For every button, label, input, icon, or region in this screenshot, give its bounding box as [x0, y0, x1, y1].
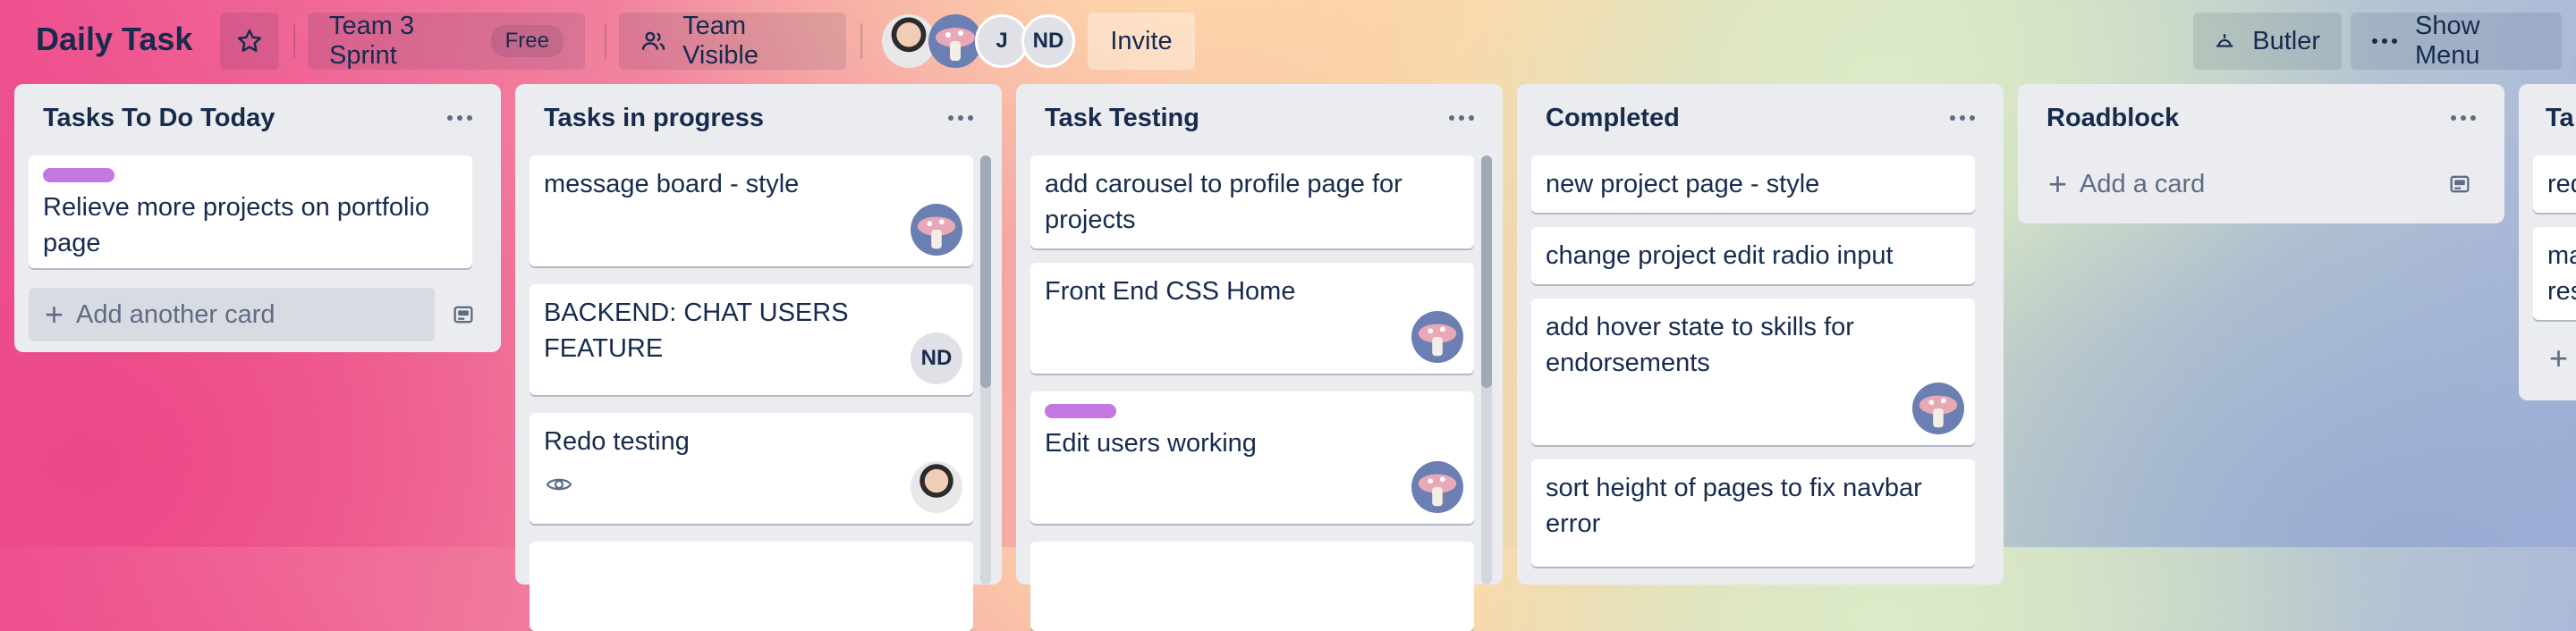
header-divider [605, 23, 606, 59]
plus-icon: + [45, 296, 64, 332]
card-label-purple[interactable] [1045, 404, 1116, 418]
card[interactable]: add hover state to skills for endorsemen… [1531, 299, 1975, 445]
card[interactable]: Relieve more projects on portfolio page [29, 156, 472, 268]
show-menu-label: Show Menu [2415, 12, 2480, 70]
card-template-icon[interactable] [445, 297, 481, 332]
card[interactable]: change project edit radio input [1531, 227, 1975, 284]
card[interactable] [1030, 542, 1474, 631]
star-button[interactable] [220, 13, 279, 70]
card[interactable]: red [2533, 156, 2576, 213]
visibility-label: Team Visible [682, 12, 758, 70]
card[interactable]: add carousel to profile page for project… [1030, 156, 1474, 248]
card-title: change project edit radio input [1546, 241, 1894, 270]
card-title: Front End CSS Home [1045, 277, 1296, 306]
card[interactable]: new project page - style [1531, 156, 1975, 213]
mushroom-avatar-icon [1919, 395, 1958, 428]
card-member-avatar[interactable] [1411, 461, 1463, 513]
list-tasks-in-progress: Tasks in progress message board - style … [515, 84, 1002, 631]
add-card-label: Add another card [76, 299, 275, 329]
card[interactable]: Front End CSS Home [1030, 263, 1474, 374]
workspace-name: Team 3 Sprint [329, 12, 415, 70]
card[interactable] [530, 542, 973, 631]
list-roadblock: Roadblock + Add a card [2018, 84, 2504, 223]
card-member-avatar[interactable] [1912, 383, 1964, 434]
list-partial: Ta red ma res + [2519, 84, 2576, 400]
member-avatar-mushroom[interactable] [928, 14, 982, 68]
scrollbar-thumb[interactable] [1481, 156, 1492, 388]
card-member-avatar[interactable] [911, 204, 962, 256]
card-title: message board - style [544, 170, 800, 198]
card-title: Redo testing [544, 427, 690, 456]
mushroom-avatar-icon [936, 28, 975, 61]
card-template-icon[interactable] [2442, 166, 2478, 202]
add-card-button[interactable]: + Add another card [29, 288, 435, 341]
eye-icon [546, 475, 572, 499]
member-avatar-j[interactable]: J [975, 14, 1029, 68]
list-menu-icon[interactable] [941, 102, 980, 134]
invite-button[interactable]: Invite [1088, 13, 1195, 70]
workspace-plan-badge: Free [490, 25, 564, 57]
list-scrollbar[interactable] [980, 156, 991, 585]
list-tasks-to-do-today: Tasks To Do Today Relieve more projects … [14, 84, 501, 352]
team-visibility-icon [641, 31, 665, 50]
card[interactable]: message board - style [530, 156, 973, 266]
list-title[interactable]: Ta [2546, 104, 2574, 133]
card-member-avatar-nd[interactable]: ND [911, 332, 962, 384]
list-scrollbar[interactable] [1481, 156, 1492, 585]
list-title[interactable]: Roadblock [2046, 104, 2179, 133]
workspace-button[interactable]: Team 3 Sprint Free [308, 12, 585, 70]
card-title: Edit users working [1045, 429, 1257, 458]
list-title[interactable]: Tasks in progress [544, 104, 764, 133]
card-title: ma res [2547, 241, 2576, 306]
visibility-button[interactable]: Team Visible [619, 12, 846, 70]
list-task-testing: Task Testing add carousel to profile pag… [1016, 84, 1503, 631]
card-title: new project page - style [1546, 170, 1820, 198]
list-menu-icon[interactable] [1442, 102, 1481, 134]
member-avatar-nd[interactable]: ND [1021, 14, 1075, 68]
more-icon [2372, 38, 2397, 44]
list-title[interactable]: Task Testing [1045, 104, 1199, 133]
butler-icon [2216, 34, 2233, 47]
list-title[interactable]: Tasks To Do Today [43, 104, 275, 133]
star-icon [237, 29, 262, 52]
add-card-button[interactable]: + Add a card [2032, 157, 2426, 211]
card-title: add hover state to skills for endorsemen… [1546, 313, 1854, 377]
plus-icon: + [2048, 165, 2068, 202]
header-divider [860, 23, 862, 59]
card-member-avatar[interactable] [1411, 311, 1463, 363]
card-member-avatar-photo[interactable] [911, 461, 962, 513]
card-title: sort height of pages to fix navbar error [1546, 474, 1922, 538]
butler-label: Butler [2252, 26, 2320, 55]
list-completed: Completed new project page - style chang… [1517, 84, 2004, 585]
card[interactable]: sort height of pages to fix navbar error [1531, 459, 1975, 567]
card-title: add carousel to profile page for project… [1045, 170, 1402, 234]
add-card-label: Add a card [2080, 169, 2206, 198]
show-menu-button[interactable]: Show Menu [2351, 12, 2562, 70]
header-divider [293, 23, 295, 59]
card[interactable]: Edit users working [1030, 391, 1474, 524]
card-title: Relieve more projects on portfolio page [43, 193, 429, 257]
card[interactable]: BACKEND: CHAT USERS FEATURE ND [530, 284, 973, 395]
card-label-purple[interactable] [43, 168, 114, 182]
plus-icon[interactable]: + [2549, 340, 2568, 377]
board-title[interactable]: Daily Task [36, 18, 192, 61]
mushroom-avatar-icon [1418, 474, 1457, 507]
card[interactable]: Redo testing [530, 413, 973, 524]
list-menu-icon[interactable] [1943, 102, 1982, 134]
list-menu-icon[interactable] [440, 102, 479, 134]
member-avatar-photo[interactable] [882, 14, 936, 68]
mushroom-avatar-icon [1418, 324, 1457, 357]
butler-button[interactable]: Butler [2193, 13, 2342, 70]
card-title: BACKEND: CHAT USERS FEATURE [544, 299, 849, 363]
mushroom-avatar-icon [917, 216, 956, 249]
board-header: Daily Task Team 3 Sprint Free Team Visib… [0, 0, 2576, 80]
card[interactable]: ma res [2533, 227, 2576, 320]
list-menu-icon[interactable] [2444, 102, 2483, 134]
card-title: red [2547, 170, 2576, 198]
list-title[interactable]: Completed [1546, 104, 1680, 133]
scrollbar-thumb[interactable] [980, 156, 991, 388]
